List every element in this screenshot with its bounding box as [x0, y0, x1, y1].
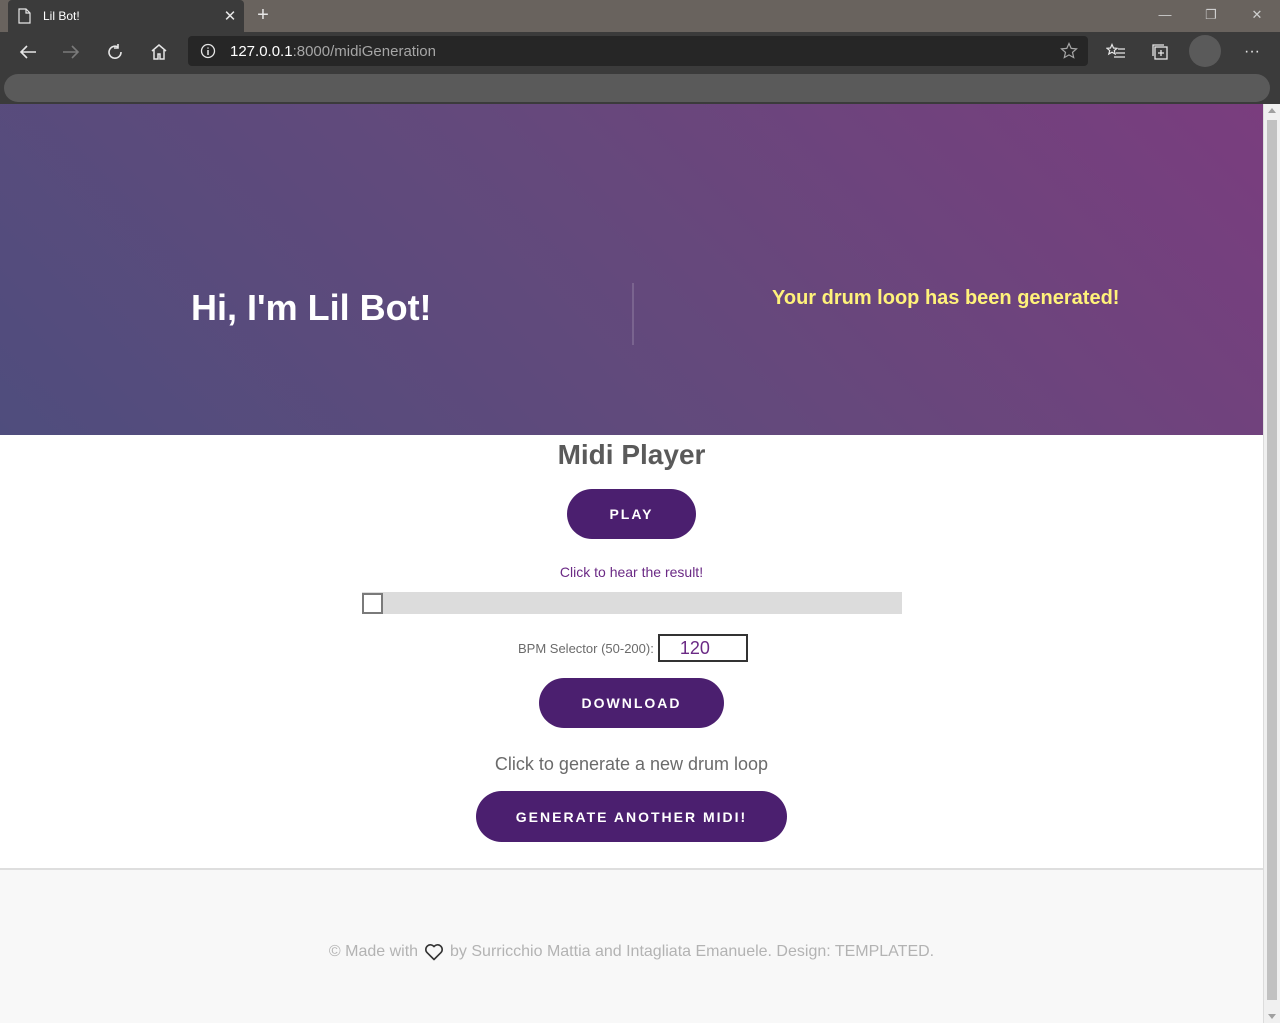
info-icon: [200, 43, 216, 59]
heart-icon: [424, 943, 444, 961]
restore-button[interactable]: ❐: [1188, 0, 1234, 30]
footer-suffix: by Surricchio Mattia and Intagliata Eman…: [450, 943, 935, 960]
bpm-selector: BPM Selector (50-200):: [518, 634, 748, 662]
forward-button[interactable]: [57, 38, 85, 66]
generate-another-button[interactable]: GENERATE ANOTHER MIDI!: [476, 791, 787, 842]
window-close-button[interactable]: ✕: [1234, 0, 1280, 30]
url-path: :8000/midiGeneration: [292, 42, 436, 60]
regenerate-text: Click to generate a new drum loop: [494, 754, 769, 774]
profile-avatar[interactable]: [1189, 35, 1221, 67]
favorites-button[interactable]: [1102, 38, 1130, 66]
scroll-down-icon[interactable]: [1268, 1014, 1276, 1019]
footer-credits: © Made with by Surricchio Mattia and Int…: [0, 943, 1263, 961]
url-host: 127.0.0.1: [230, 42, 293, 60]
footer-prefix: © Made with: [328, 943, 419, 960]
back-arrow-icon: [19, 45, 36, 59]
collections-icon: [1152, 44, 1168, 60]
scroll-up-icon[interactable]: [1268, 108, 1276, 113]
download-button[interactable]: DOWNLOAD: [539, 678, 724, 728]
playback-progress-bar[interactable]: [362, 592, 902, 614]
back-button[interactable]: [14, 38, 42, 66]
hero-title: Hi, I'm Lil Bot!: [191, 287, 432, 328]
hero-divider: [632, 283, 634, 345]
more-menu-button[interactable]: ···: [1238, 38, 1266, 66]
browser-toolbar: 127.0.0.1:8000/midiGeneration ···: [0, 32, 1280, 72]
collections-button[interactable]: [1146, 38, 1174, 66]
minimize-button[interactable]: —: [1142, 0, 1188, 30]
play-button[interactable]: PLAY: [567, 489, 696, 539]
footer: © Made with by Surricchio Mattia and Int…: [0, 868, 1263, 1023]
hero-banner: Hi, I'm Lil Bot! Your drum loop has been…: [0, 104, 1263, 435]
bpm-label: BPM Selector (50-200):: [518, 640, 654, 656]
tab-close-icon[interactable]: ✕: [216, 7, 244, 25]
tab-title: Lil Bot!: [43, 9, 80, 23]
home-icon: [151, 44, 167, 60]
refresh-button[interactable]: [101, 38, 129, 66]
favorites-bar-pill: [4, 74, 1270, 102]
favorites-list-icon: [1106, 43, 1125, 58]
hero-message: Your drum loop has been generated!: [772, 287, 1120, 309]
address-bar[interactable]: 127.0.0.1:8000/midiGeneration: [188, 36, 1088, 66]
progress-handle[interactable]: [362, 593, 383, 614]
play-hint: Click to hear the result!: [559, 564, 704, 580]
title-bar: Lil Bot! ✕ + — ❐ ✕: [0, 0, 1280, 32]
browser-tab[interactable]: Lil Bot! ✕: [8, 0, 244, 32]
page-icon: [18, 8, 31, 24]
midi-player-title: Midi Player: [557, 439, 706, 470]
refresh-icon: [108, 44, 122, 59]
scrollbar-thumb[interactable]: [1267, 120, 1277, 1000]
page-viewport: Hi, I'm Lil Bot! Your drum loop has been…: [0, 104, 1263, 1023]
page-scrollbar[interactable]: [1263, 104, 1280, 1023]
home-button[interactable]: [145, 38, 173, 66]
favorites-bar: [0, 72, 1280, 104]
bpm-input[interactable]: [657, 634, 748, 662]
url-text: 127.0.0.1:8000/midiGeneration: [230, 43, 436, 60]
favorite-star-icon[interactable]: [1060, 42, 1078, 60]
forward-arrow-icon: [63, 45, 80, 59]
new-tab-button[interactable]: +: [252, 4, 274, 26]
